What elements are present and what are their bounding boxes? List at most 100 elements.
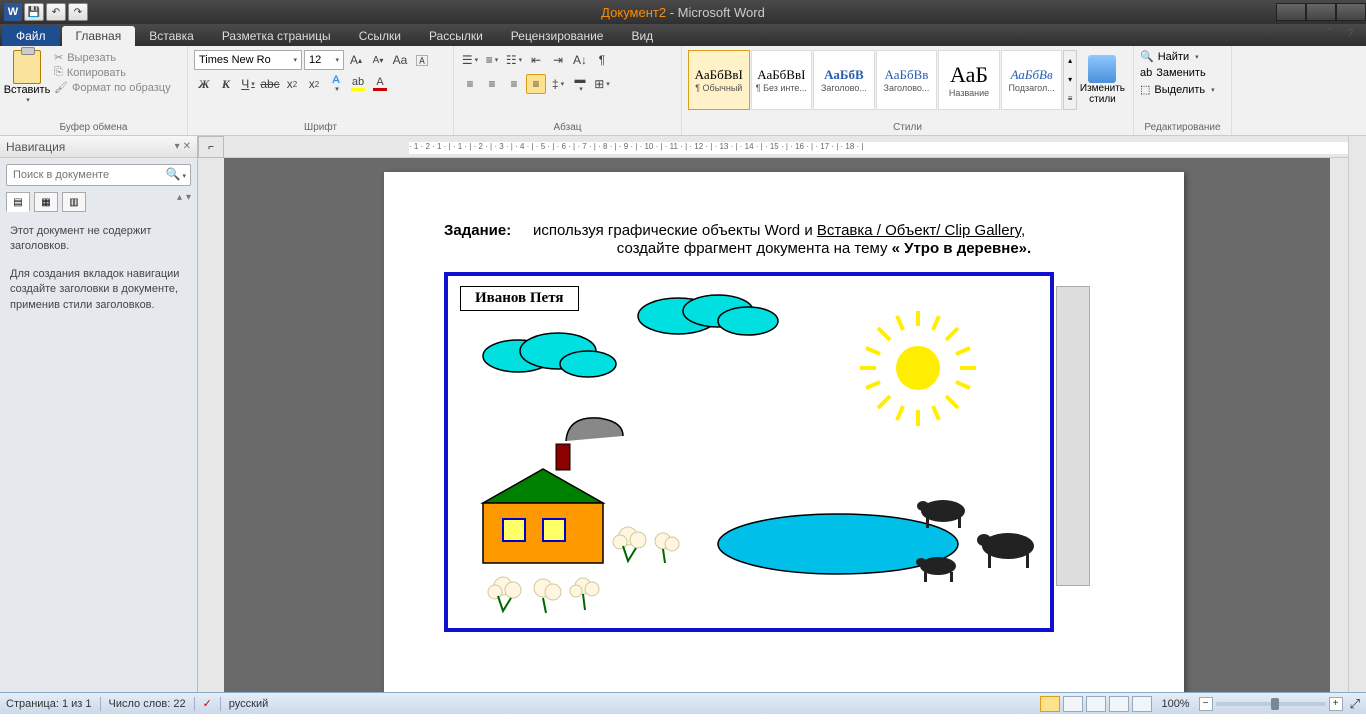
find-button[interactable]: 🔍Найти▾ bbox=[1138, 48, 1227, 65]
word-icon[interactable]: W bbox=[4, 3, 22, 21]
object-anchor-panel[interactable] bbox=[1056, 286, 1090, 586]
nav-close-button[interactable]: ✕ bbox=[183, 141, 191, 152]
show-marks-button[interactable]: ¶ bbox=[592, 50, 612, 70]
view-reading-button[interactable] bbox=[1063, 696, 1083, 712]
style-title[interactable]: АаБНазвание bbox=[938, 50, 1000, 110]
tab-home[interactable]: Главная bbox=[62, 26, 136, 46]
minimize-button[interactable] bbox=[1276, 3, 1306, 21]
zoom-in-button[interactable]: + bbox=[1329, 697, 1343, 711]
help-button[interactable]: ? bbox=[1342, 26, 1358, 40]
style-heading2[interactable]: АаБбВвЗаголово... bbox=[876, 50, 938, 110]
shading-button[interactable]: ▬▾ bbox=[570, 74, 590, 94]
zoom-slider[interactable] bbox=[1216, 702, 1326, 706]
align-justify-button[interactable]: ≡ bbox=[526, 74, 546, 94]
font-size-combo[interactable]: 12▾ bbox=[304, 50, 344, 70]
right-sidebar bbox=[1348, 136, 1366, 692]
style-nospacing[interactable]: АаБбВвІ¶ Без инте... bbox=[751, 50, 813, 110]
status-words[interactable]: Число слов: 22 bbox=[109, 698, 186, 710]
subscript-button[interactable]: x2 bbox=[282, 74, 302, 94]
tab-file[interactable]: Файл bbox=[2, 26, 60, 46]
style-heading1[interactable]: АаБбВЗаголово... bbox=[813, 50, 875, 110]
tab-view[interactable]: Вид bbox=[617, 26, 667, 46]
nav-tab-pages[interactable]: ▦ bbox=[34, 192, 58, 212]
horizontal-ruler[interactable]: · 1 · 2 · 1 · | · 1 · | · 2 · | · 3 · | … bbox=[224, 136, 1348, 158]
select-button[interactable]: ⬚Выделить▾ bbox=[1138, 81, 1227, 98]
proofing-icon[interactable]: ✓ bbox=[203, 697, 212, 710]
page-viewport[interactable]: Задание: используя графические объекты W… bbox=[224, 158, 1330, 692]
bullets-button[interactable]: ☰▾ bbox=[460, 50, 480, 70]
nav-tab-results[interactable]: ▥ bbox=[62, 192, 86, 212]
cut-button[interactable]: ✂Вырезать bbox=[50, 50, 175, 65]
nav-search-input[interactable] bbox=[6, 164, 191, 186]
tab-review[interactable]: Рецензирование bbox=[497, 26, 618, 46]
change-styles-button[interactable]: Изменить стили bbox=[1078, 50, 1127, 110]
app-name: Microsoft Word bbox=[678, 5, 765, 20]
styles-more-button[interactable]: ≡ bbox=[1064, 90, 1076, 109]
styles-gallery: АаБбВвІ¶ Обычный АаБбВвІ¶ Без инте... Аа… bbox=[686, 48, 1129, 112]
text-effects-button[interactable]: A▾ bbox=[326, 74, 346, 94]
strike-button[interactable]: abc bbox=[260, 74, 280, 94]
view-web-button[interactable] bbox=[1086, 696, 1106, 712]
status-page[interactable]: Страница: 1 из 1 bbox=[6, 698, 92, 710]
minimize-ribbon-button[interactable]: ˇ bbox=[1322, 26, 1338, 40]
view-draft-button[interactable] bbox=[1132, 696, 1152, 712]
tab-mailings[interactable]: Рассылки bbox=[415, 26, 497, 46]
bold-button[interactable]: Ж bbox=[194, 74, 214, 94]
drawing-canvas[interactable]: Иванов Петя bbox=[444, 272, 1054, 632]
qat-save-button[interactable]: 💾 bbox=[24, 3, 44, 21]
ribbon-help-controls: ˇ ? bbox=[1322, 26, 1358, 40]
align-right-button[interactable]: ≡ bbox=[504, 74, 524, 94]
font-color-button[interactable]: A bbox=[370, 74, 390, 94]
statusbar: Страница: 1 из 1 Число слов: 22 ✓ русски… bbox=[0, 692, 1366, 714]
shrink-font-button[interactable]: A▾ bbox=[368, 50, 388, 70]
highlight-button[interactable]: ab bbox=[348, 74, 368, 94]
ruler-toggle[interactable]: ⌐ bbox=[198, 136, 224, 158]
search-icon[interactable]: 🔍▾ bbox=[166, 167, 186, 181]
view-outline-button[interactable] bbox=[1109, 696, 1129, 712]
nav-next-button[interactable]: ▾ bbox=[186, 192, 191, 212]
maximize-button[interactable] bbox=[1306, 3, 1336, 21]
grow-font-button[interactable]: A▴ bbox=[346, 50, 366, 70]
fullscreen-button[interactable]: ⤢ bbox=[1350, 696, 1360, 712]
multilevel-button[interactable]: ☷▾ bbox=[504, 50, 524, 70]
style-subtitle[interactable]: АаБбВвПодзагол... bbox=[1001, 50, 1063, 110]
tab-references[interactable]: Ссылки bbox=[345, 26, 415, 46]
numbering-button[interactable]: ≡▾ bbox=[482, 50, 502, 70]
vertical-scrollbar[interactable] bbox=[1330, 158, 1348, 692]
tab-layout[interactable]: Разметка страницы bbox=[208, 26, 345, 46]
paste-icon bbox=[13, 50, 41, 84]
nav-dropdown-button[interactable]: ▾ bbox=[175, 141, 180, 152]
close-button[interactable] bbox=[1336, 3, 1366, 21]
align-left-button[interactable]: ≡ bbox=[460, 74, 480, 94]
zoom-level[interactable]: 100% bbox=[1161, 698, 1189, 710]
italic-button[interactable]: К bbox=[216, 74, 236, 94]
font-name-combo[interactable]: Times New Ro▾ bbox=[194, 50, 302, 70]
qat-undo-button[interactable]: ↶ bbox=[46, 3, 66, 21]
status-language[interactable]: русский bbox=[229, 698, 268, 710]
superscript-button[interactable]: x2 bbox=[304, 74, 324, 94]
line-spacing-button[interactable]: ‡▾ bbox=[548, 74, 568, 94]
nav-prev-button[interactable]: ▴ bbox=[177, 192, 182, 212]
decrease-indent-button[interactable]: ⇤ bbox=[526, 50, 546, 70]
styles-down-button[interactable]: ▾ bbox=[1064, 70, 1076, 89]
nav-message: Этот документ не содержит заголовков. Дл… bbox=[0, 212, 197, 337]
align-center-button[interactable]: ≡ bbox=[482, 74, 502, 94]
view-print-button[interactable] bbox=[1040, 696, 1060, 712]
clear-format-button[interactable]: 🄰 bbox=[412, 50, 432, 70]
increase-indent-button[interactable]: ⇥ bbox=[548, 50, 568, 70]
vertical-ruler[interactable] bbox=[198, 158, 224, 692]
zoom-out-button[interactable]: − bbox=[1199, 697, 1213, 711]
underline-button[interactable]: Ч▾ bbox=[238, 74, 258, 94]
change-case-button[interactable]: Aa bbox=[390, 50, 410, 70]
styles-up-button[interactable]: ▴ bbox=[1064, 51, 1076, 70]
qat-redo-button[interactable]: ↷ bbox=[68, 3, 88, 21]
copy-button[interactable]: ⎘Копировать bbox=[50, 65, 175, 80]
nav-tab-headings[interactable]: ▤ bbox=[6, 192, 30, 212]
replace-button[interactable]: abЗаменить bbox=[1138, 65, 1227, 81]
style-normal[interactable]: АаБбВвІ¶ Обычный bbox=[688, 50, 750, 110]
format-painter-button[interactable]: 🖌Формат по образцу bbox=[50, 80, 175, 95]
paste-button[interactable]: Вставить ▾ bbox=[4, 48, 50, 116]
borders-button[interactable]: ⊞▾ bbox=[592, 74, 612, 94]
sort-button[interactable]: A↓ bbox=[570, 50, 590, 70]
tab-insert[interactable]: Вставка bbox=[135, 26, 208, 46]
